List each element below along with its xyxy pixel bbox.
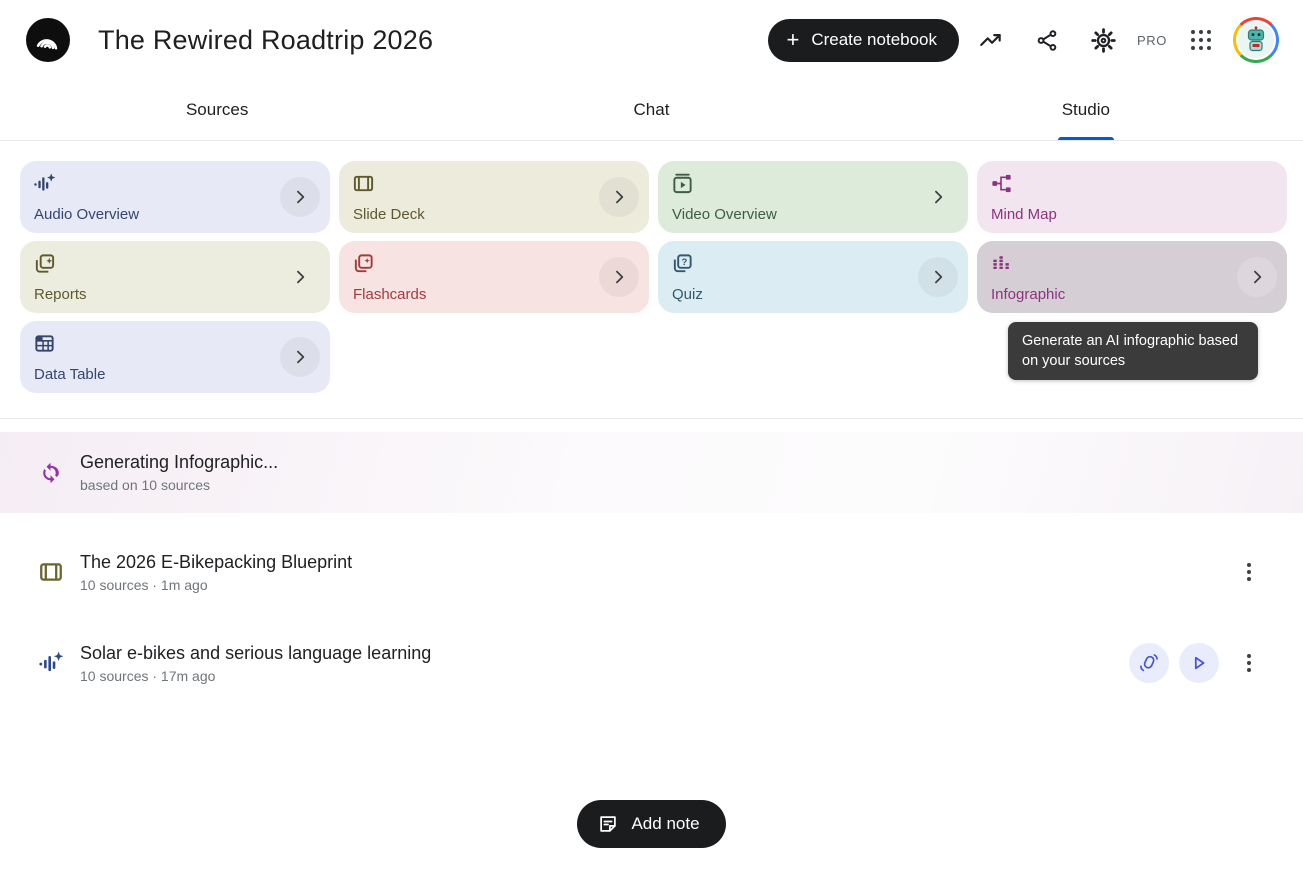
studio-tool-card-flashcards[interactable]: Flashcards (339, 241, 649, 313)
chevron-right-icon[interactable] (280, 257, 320, 297)
data-table-icon (33, 332, 56, 355)
add-note-label: Add note (631, 814, 699, 834)
studio-tool-label: Infographic (991, 286, 1065, 303)
waving-hand-icon (1138, 652, 1160, 674)
chevron-right-icon[interactable] (599, 257, 639, 297)
video-overview-icon (671, 172, 694, 195)
pro-badge: PRO (1137, 33, 1167, 48)
apps-grid-icon (1191, 30, 1211, 50)
studio-tool-card-slide-deck[interactable]: Slide Deck (339, 161, 649, 233)
audio-waveform-sparkle-icon (33, 172, 56, 195)
flashcards-star-icon (352, 252, 375, 275)
studio-tool-label: Slide Deck (353, 206, 425, 223)
artifact-title: The 2026 E-Bikepacking Blueprint (80, 552, 352, 573)
panel-tabbar: Sources Chat Studio (0, 80, 1303, 141)
artifact-row-generating-infographic[interactable]: Generating Infographic... based on 10 so… (0, 432, 1303, 513)
settings-gear-icon (1090, 27, 1117, 54)
artifact-title: Solar e-bikes and serious language learn… (80, 643, 431, 664)
analytics-button[interactable] (967, 16, 1015, 64)
artifact-subtitle: 10 sources · 1m ago (80, 577, 352, 593)
app-header: The Rewired Roadtrip 2026 + Create noteb… (0, 0, 1303, 80)
studio-tool-label: Reports (34, 286, 87, 303)
tab-chat[interactable]: Chat (434, 80, 868, 140)
more-menu-button[interactable] (1229, 643, 1269, 683)
studio-tool-label: Audio Overview (34, 206, 139, 223)
artifact-row-ebikepacking-blueprint[interactable]: The 2026 E-Bikepacking Blueprint 10 sour… (0, 540, 1303, 604)
note-icon (597, 813, 619, 835)
account-avatar[interactable] (1233, 17, 1279, 63)
google-apps-button[interactable] (1177, 16, 1225, 64)
settings-button[interactable] (1079, 16, 1127, 64)
studio-divider (0, 418, 1303, 419)
studio-artifacts-list: Generating Infographic... based on 10 so… (0, 432, 1303, 695)
chevron-right-icon[interactable] (280, 177, 320, 217)
sync-progress-icon (38, 460, 63, 485)
studio-tool-card-infographic[interactable]: Infographic (977, 241, 1287, 313)
play-icon (1188, 652, 1210, 674)
add-note-button[interactable]: Add note (577, 800, 725, 848)
more-menu-button[interactable] (1229, 552, 1269, 592)
tab-studio-label: Studio (1062, 100, 1110, 120)
studio-tool-label: Flashcards (353, 286, 426, 303)
studio-tool-card-mind-map[interactable]: Mind Map (977, 161, 1287, 233)
studio-tool-label: Video Overview (672, 206, 777, 223)
active-tab-underline (1058, 137, 1114, 140)
share-button[interactable] (1023, 16, 1071, 64)
trending-up-icon (978, 27, 1004, 53)
svg-text:?: ? (681, 257, 687, 268)
notebooklm-logo[interactable] (26, 18, 70, 62)
studio-tool-card-video-overview[interactable]: Video Overview (658, 161, 968, 233)
interactive-mode-button[interactable] (1129, 643, 1169, 683)
chevron-right-icon[interactable] (918, 257, 958, 297)
slide-deck-icon (38, 559, 64, 585)
tab-chat-label: Chat (634, 100, 670, 120)
studio-tool-card-reports[interactable]: Reports (20, 241, 330, 313)
studio-tool-label: Mind Map (991, 206, 1057, 223)
chevron-right-icon[interactable] (599, 177, 639, 217)
studio-tool-card-data-table[interactable]: Data Table (20, 321, 330, 393)
logo-arcs-icon (33, 25, 63, 55)
notebook-title[interactable]: The Rewired Roadtrip 2026 (98, 25, 433, 56)
slide-deck-icon (352, 172, 375, 195)
tab-sources-label: Sources (186, 100, 248, 120)
studio-tool-label: Data Table (34, 366, 105, 383)
tab-studio[interactable]: Studio (869, 80, 1303, 140)
tab-sources[interactable]: Sources (0, 80, 434, 140)
play-button[interactable] (1179, 643, 1219, 683)
artifact-subtitle: based on 10 sources (80, 477, 278, 493)
chevron-right-icon[interactable] (918, 177, 958, 217)
studio-tool-label: Quiz (672, 286, 703, 303)
create-notebook-label: Create notebook (811, 30, 937, 50)
infographic-bars-icon (990, 252, 1013, 275)
quiz-question-cards-icon: ? (671, 252, 694, 275)
plus-icon: + (786, 29, 799, 51)
chevron-right-icon[interactable] (1237, 257, 1277, 297)
infographic-tooltip: Generate an AI infographic based on your… (1008, 322, 1258, 380)
audio-waveform-sparkle-icon (38, 650, 64, 676)
artifact-subtitle: 10 sources · 17m ago (80, 668, 431, 684)
chevron-right-icon[interactable] (280, 337, 320, 377)
avatar-robot-image (1236, 20, 1276, 60)
studio-tool-card-audio-overview[interactable]: Audio Overview (20, 161, 330, 233)
create-notebook-button[interactable]: + Create notebook (768, 19, 959, 62)
studio-tool-card-quiz[interactable]: ? Quiz (658, 241, 968, 313)
artifact-title: Generating Infographic... (80, 452, 278, 473)
reports-sparkle-icon (33, 252, 56, 275)
mind-map-icon (990, 172, 1013, 195)
share-icon (1035, 28, 1060, 53)
artifact-row-solar-ebikes-audio[interactable]: Solar e-bikes and serious language learn… (0, 631, 1303, 695)
